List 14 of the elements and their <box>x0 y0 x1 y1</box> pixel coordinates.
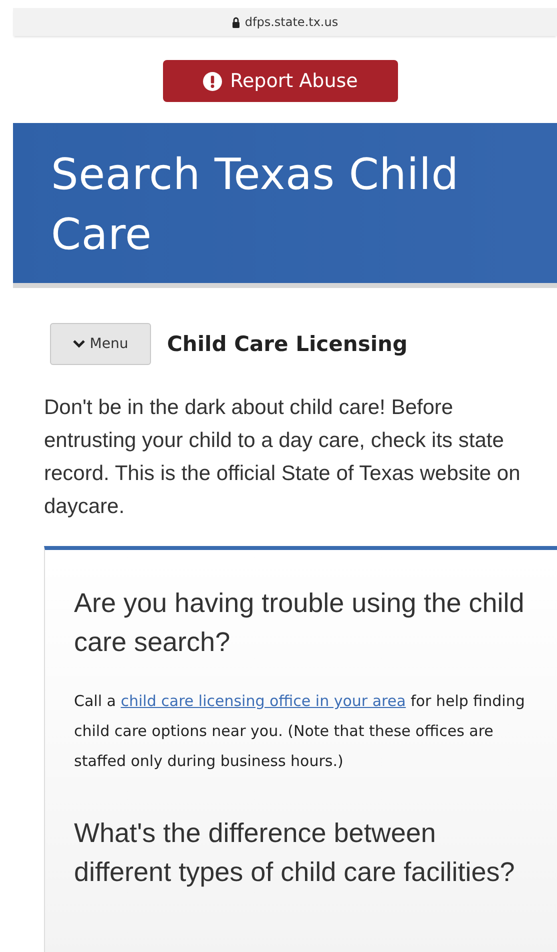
url-text: dfps.state.tx.us <box>244 15 338 29</box>
alert-icon <box>203 72 222 90</box>
section-title: Child Care Licensing <box>167 332 408 356</box>
menu-button[interactable]: Menu <box>50 323 151 365</box>
help-text: Call a child care licensing office in your area for help finding child care options near you. (Note that these offices are staffed only during business hours.) <box>74 691 526 772</box>
lock-icon <box>232 16 240 28</box>
report-abuse-button[interactable]: Report Abuse <box>163 60 398 102</box>
intro-text: Don't be in the dark about child care! Before entrusting your child to a day care, check its state record. This is the official State of Texas website on daycare. <box>44 395 522 520</box>
page-title: Search Texas Child Care <box>51 149 460 262</box>
help-heading: Are you having trouble using the child care search? <box>74 587 526 659</box>
address-bar[interactable]: dfps.state.tx.us <box>13 8 557 36</box>
office-link[interactable]: child care licensing office in your area <box>120 692 406 710</box>
help-heading: What's the difference between different types of child care facilities? <box>74 817 516 889</box>
chevron-down-icon <box>72 340 85 348</box>
